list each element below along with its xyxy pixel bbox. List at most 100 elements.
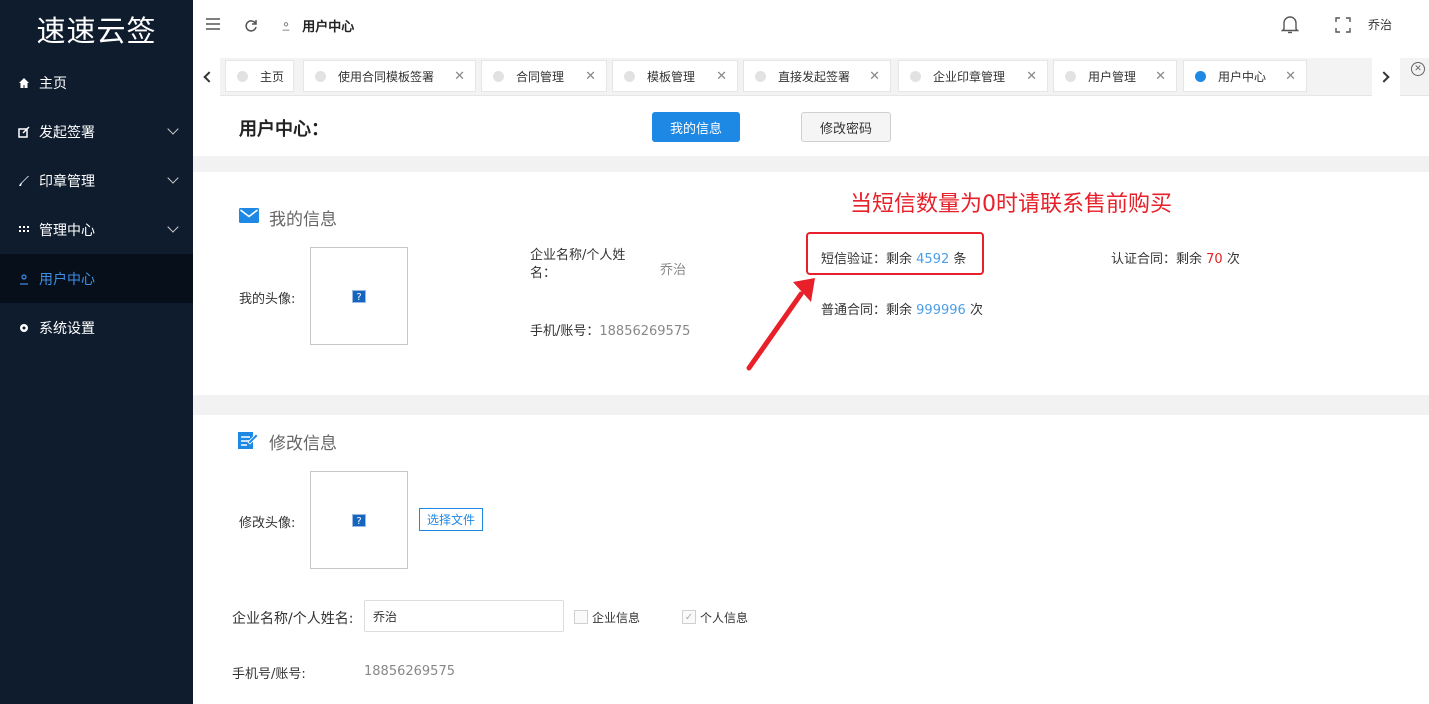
avatar: ? bbox=[310, 247, 408, 345]
sidebar-item-home[interactable]: 主页 bbox=[0, 58, 193, 107]
mail-icon bbox=[239, 207, 259, 228]
avatar-label: 我的头像: bbox=[239, 292, 296, 307]
certified-count: 70 bbox=[1206, 252, 1223, 267]
tab-dot-icon bbox=[1195, 70, 1206, 82]
close-icon[interactable]: ✕ bbox=[869, 69, 880, 84]
sidebar-item-user-center[interactable]: 用户中心 bbox=[0, 254, 193, 303]
sidebar-item-initiate-sign[interactable]: 发起签署 bbox=[0, 107, 193, 156]
tab-label: 使用合同模板签署 bbox=[338, 69, 435, 84]
normal-count: 999996 bbox=[916, 303, 966, 318]
chevron-down-icon bbox=[167, 172, 179, 184]
personal-info-checkbox[interactable]: ✓ bbox=[682, 610, 696, 624]
sms-count: 4592 bbox=[916, 252, 950, 267]
company-name-value: 乔治 bbox=[660, 263, 687, 278]
tab-dot-icon bbox=[493, 70, 504, 82]
tab-label: 用户管理 bbox=[1088, 69, 1137, 84]
my-info-section-title: 我的信息 bbox=[239, 205, 337, 230]
tab-dot-icon bbox=[237, 70, 248, 82]
tab-user-center[interactable]: 用户中心 ✕ bbox=[1183, 60, 1307, 92]
tab-scroll-left[interactable] bbox=[193, 58, 220, 96]
sidebar: 速速云签 主页 发起签署 印章管理 管理中心 用户中心 系统设置 bbox=[0, 0, 193, 704]
tab-dot-icon bbox=[910, 70, 921, 82]
refresh-icon[interactable] bbox=[244, 17, 258, 38]
edit-phone-label: 手机号/账号: bbox=[232, 667, 306, 682]
user-name[interactable]: 乔治 bbox=[1368, 16, 1392, 33]
choose-file-button[interactable]: 选择文件 bbox=[419, 508, 483, 531]
sidebar-item-admin[interactable]: 管理中心 bbox=[0, 205, 193, 254]
edit-avatar-label: 修改头像: bbox=[239, 516, 296, 531]
broken-image-icon: ? bbox=[352, 289, 366, 303]
tab-label: 模板管理 bbox=[647, 69, 696, 84]
tab-user-manage[interactable]: 用户管理 ✕ bbox=[1053, 60, 1177, 92]
my-info-card: 我的信息 我的头像: ? 企业名称/个人姓 名： 乔治 手机/账号：188562… bbox=[193, 172, 1429, 395]
annotation-text: 当短信数量为0时请联系售前购买 bbox=[850, 192, 1172, 217]
tab-template-sign[interactable]: 使用合同模板签署 ✕ bbox=[303, 60, 476, 92]
breadcrumb: 用户中心 bbox=[281, 16, 354, 35]
sidebar-item-seal[interactable]: 印章管理 bbox=[0, 156, 193, 205]
edit-icon bbox=[18, 125, 30, 138]
tab-scroll-right[interactable] bbox=[1372, 58, 1400, 96]
close-all-tabs-icon[interactable]: ✕ bbox=[1411, 62, 1425, 76]
annotation-arrow-icon bbox=[746, 278, 815, 371]
company-name-label: 企业名称/个人姓 名： bbox=[530, 248, 626, 281]
company-name-input[interactable]: 乔治 bbox=[364, 600, 564, 632]
tab-label: 企业印章管理 bbox=[933, 69, 1006, 84]
menu-icon[interactable] bbox=[205, 15, 221, 36]
sidebar-item-label: 印章管理 bbox=[39, 173, 95, 190]
company-info-checkbox[interactable] bbox=[574, 610, 588, 624]
grid-icon bbox=[18, 224, 30, 236]
tab-label: 直接发起签署 bbox=[778, 69, 851, 84]
tab-home[interactable]: 主页 bbox=[225, 60, 294, 92]
tab-label: 主页 bbox=[260, 69, 285, 84]
close-icon[interactable]: ✕ bbox=[585, 69, 596, 84]
company-info-checkbox-label: 企业信息 bbox=[592, 611, 641, 625]
change-password-button[interactable]: 修改密码 bbox=[801, 112, 891, 142]
tab-contract-manage[interactable]: 合同管理 ✕ bbox=[481, 60, 607, 92]
personal-info-checkbox-label: 个人信息 bbox=[700, 611, 749, 625]
phone-label: 手机/账号：18856269575 bbox=[530, 324, 691, 339]
close-icon[interactable]: ✕ bbox=[1155, 69, 1166, 84]
sms-quota: 短信验证：剩余 4592 条 bbox=[821, 252, 967, 267]
breadcrumb-label: 用户中心 bbox=[302, 20, 355, 35]
tab-dot-icon bbox=[315, 70, 326, 82]
sidebar-item-label: 发起签署 bbox=[39, 124, 95, 141]
close-icon[interactable]: ✕ bbox=[716, 69, 727, 84]
chevron-right-icon bbox=[1378, 71, 1390, 83]
main-content: 用户中心： 我的信息 修改密码 我的信息 我的头像: ? 企业名称/个人姓 名：… bbox=[193, 97, 1429, 704]
top-bar: 用户中心 乔治 bbox=[193, 0, 1429, 48]
fullscreen-icon[interactable] bbox=[1335, 17, 1351, 38]
close-icon[interactable]: ✕ bbox=[454, 69, 465, 84]
edit-phone-value: 18856269575 bbox=[364, 664, 455, 679]
page-header: 用户中心： 我的信息 修改密码 bbox=[193, 97, 1429, 156]
sidebar-item-label: 系统设置 bbox=[39, 320, 95, 337]
tab-label: 用户中心 bbox=[1218, 69, 1267, 84]
edit-info-section-title: 修改信息 bbox=[238, 429, 337, 454]
edit-avatar-preview: ? bbox=[310, 471, 408, 569]
sidebar-item-label: 主页 bbox=[39, 75, 67, 92]
close-icon[interactable]: ✕ bbox=[1285, 69, 1296, 84]
certified-contract-quota: 认证合同：剩余 70 次 bbox=[1111, 252, 1240, 267]
page-title: 用户中心： bbox=[239, 119, 329, 140]
home-icon bbox=[18, 77, 30, 89]
tab-seal-manage[interactable]: 企业印章管理 ✕ bbox=[898, 60, 1048, 92]
chevron-left-icon bbox=[202, 71, 215, 83]
tab-template-manage[interactable]: 模板管理 ✕ bbox=[612, 60, 738, 92]
sidebar-item-settings[interactable]: 系统设置 bbox=[0, 303, 193, 352]
edit-info-card: 修改信息 修改头像: ? 选择文件 企业名称/个人姓名: 乔治 企业信息 ✓ 个… bbox=[193, 415, 1429, 704]
normal-contract-quota: 普通合同：剩余 999996 次 bbox=[821, 303, 983, 318]
tab-bar: 主页 使用合同模板签署 ✕ 合同管理 ✕ 模板管理 ✕ 直接发起签署 ✕ 企业印… bbox=[193, 58, 1429, 96]
my-info-button[interactable]: 我的信息 bbox=[652, 112, 740, 142]
edit-company-label: 企业名称/个人姓名: bbox=[232, 611, 354, 627]
chevron-down-icon bbox=[167, 221, 179, 233]
user-icon bbox=[18, 273, 30, 285]
sidebar-item-label: 管理中心 bbox=[39, 222, 95, 239]
bell-icon[interactable] bbox=[1280, 14, 1300, 39]
tab-direct-sign[interactable]: 直接发起签署 ✕ bbox=[743, 60, 891, 92]
edit-note-icon bbox=[238, 430, 259, 454]
close-icon[interactable]: ✕ bbox=[1026, 69, 1037, 84]
gear-icon bbox=[18, 322, 30, 334]
broken-image-icon: ? bbox=[352, 513, 366, 527]
chevron-down-icon bbox=[167, 123, 179, 135]
tab-label: 合同管理 bbox=[516, 69, 565, 84]
brush-icon bbox=[18, 175, 30, 187]
